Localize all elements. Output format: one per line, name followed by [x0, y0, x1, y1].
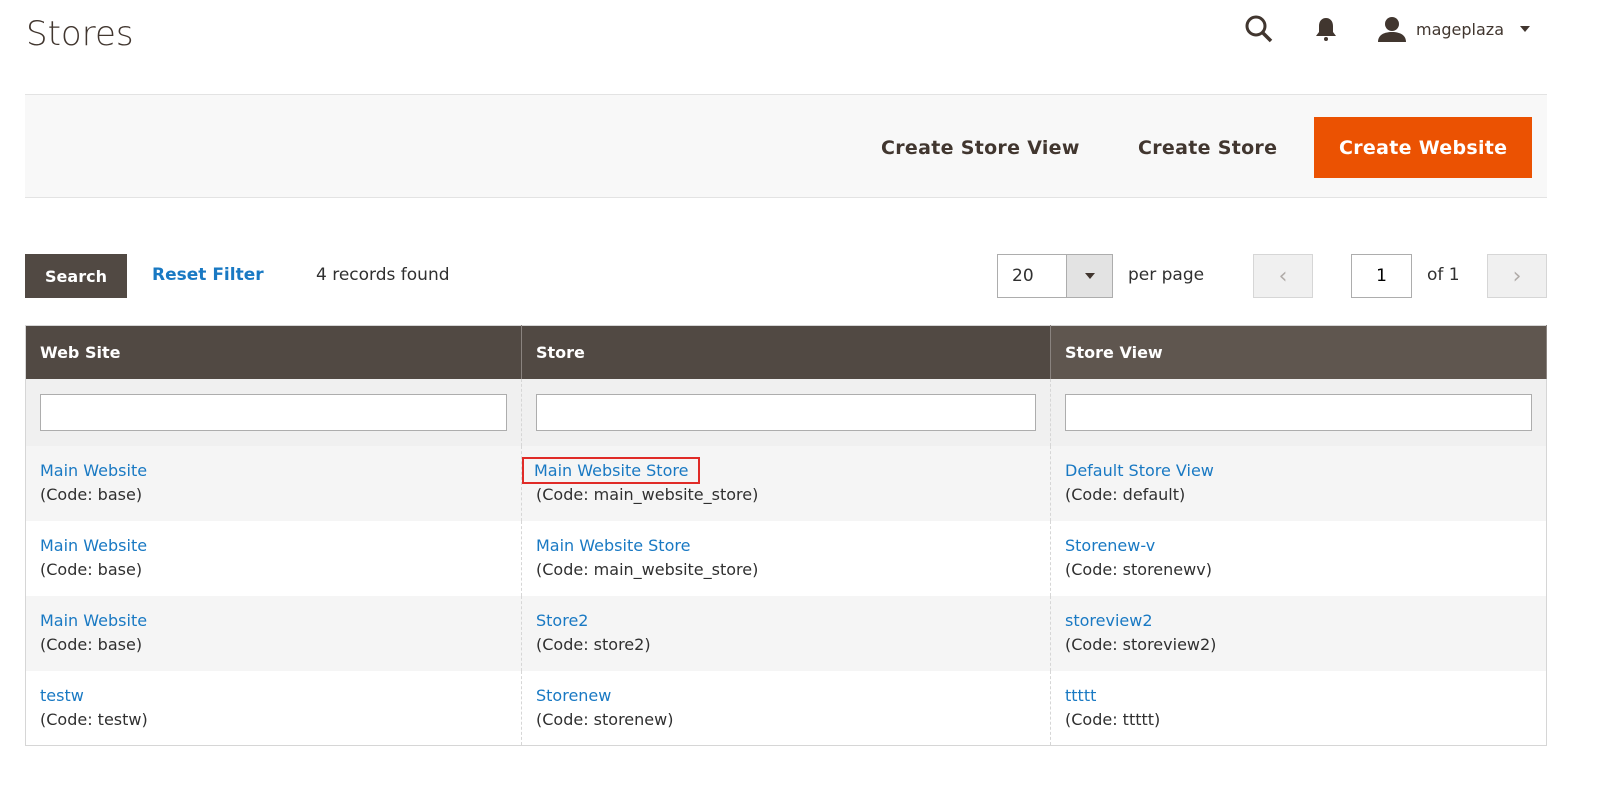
table-cell: Storenew (Code: storenew) — [521, 670, 1051, 746]
chevron-down-icon[interactable] — [1066, 255, 1112, 297]
user-icon — [1378, 16, 1406, 42]
table-cell: Main Website Store (Code: main_website_st… — [521, 520, 1051, 596]
previous-page-button[interactable]: ‹ — [1253, 254, 1313, 298]
page-actions: Create Store View Create Store Create We… — [25, 94, 1547, 198]
page-number-input[interactable] — [1351, 254, 1412, 298]
table-cell: Main Website (Code: base) — [25, 445, 522, 521]
website-link[interactable]: testw — [40, 686, 84, 705]
create-store-button[interactable]: Create Store — [1138, 117, 1277, 178]
store-view-filter-input[interactable] — [1065, 393, 1532, 431]
per-page-select[interactable]: 20 — [997, 254, 1113, 298]
search-icon[interactable] — [1244, 14, 1274, 44]
view-link[interactable]: Storenew-v — [1065, 536, 1155, 555]
chevron-down-icon — [1520, 26, 1530, 32]
bell-icon[interactable] — [1314, 16, 1338, 42]
view-link[interactable]: ttttt — [1065, 686, 1096, 705]
column-header-website[interactable]: Web Site — [25, 325, 522, 379]
store-code: (Code: storenew) — [536, 709, 674, 729]
website-code: (Code: testw) — [40, 709, 148, 729]
store-link[interactable]: Storenew — [536, 686, 611, 705]
table-cell: Store2 (Code: store2) — [521, 595, 1051, 671]
create-store-view-button[interactable]: Create Store View — [881, 117, 1080, 178]
table-cell: Main Website (Code: base) — [25, 520, 522, 596]
website-link[interactable]: Main Website — [40, 611, 147, 630]
table-row: Main Website (Code: base) Store2 (Code: sto… — [25, 595, 1547, 671]
website-filter-input[interactable] — [40, 393, 507, 431]
column-header-store[interactable]: Store — [521, 325, 1051, 379]
page-count: of 1 — [1427, 265, 1460, 285]
website-link[interactable]: Main Website — [40, 536, 147, 555]
table-row: Main Website (Code: base) Main Website Sto… — [25, 445, 1547, 521]
stores-grid: Web Site Store Store View Main Website (C… — [25, 325, 1547, 746]
records-found: 4 records found — [316, 265, 450, 285]
search-button[interactable]: Search — [25, 254, 127, 298]
header-actions: mageplaza — [1244, 14, 1530, 44]
table-cell: ttttt (Code: ttttt) — [1050, 670, 1547, 746]
website-code: (Code: base) — [40, 485, 143, 504]
view-code: (Code: storenewv) — [1065, 560, 1212, 579]
store-filter-input[interactable] — [536, 393, 1036, 431]
view-link[interactable]: storeview2 — [1065, 611, 1153, 630]
table-cell: storeview2 (Code: storeview2) — [1050, 595, 1547, 671]
store-link[interactable]: Main Website Store — [521, 457, 701, 484]
reset-filter-link[interactable]: Reset Filter — [152, 265, 264, 285]
per-page-value: 20 — [1012, 266, 1034, 286]
create-website-button[interactable]: Create Website — [1314, 117, 1533, 178]
table-row: testw (Code: testw) Storenew (Code: storene… — [25, 670, 1547, 746]
store-link[interactable]: Store2 — [536, 611, 588, 630]
website-link[interactable]: Main Website — [40, 461, 147, 480]
per-page-label: per page — [1128, 265, 1205, 285]
table-cell: Storenew-v (Code: storenewv) — [1050, 520, 1547, 596]
username: mageplaza — [1416, 19, 1504, 39]
website-code: (Code: base) — [40, 560, 143, 579]
page-title: Stores — [26, 14, 134, 54]
table-cell: Default Store View (Code: default) — [1050, 445, 1547, 521]
column-header-store-view[interactable]: Store View — [1050, 325, 1547, 379]
view-code: (Code: default) — [1065, 485, 1186, 504]
table-cell: Main Website (Code: base) — [25, 595, 522, 671]
store-link[interactable]: Main Website Store — [536, 536, 690, 555]
store-code: (Code: store2) — [536, 635, 651, 654]
next-page-button[interactable]: › — [1487, 254, 1547, 298]
view-code: (Code: ttttt) — [1065, 709, 1161, 729]
view-code: (Code: storeview2) — [1065, 635, 1217, 654]
table-cell: testw (Code: testw) — [25, 670, 522, 746]
table-cell: Main Website Store (Code: main_website_st… — [521, 445, 1051, 521]
store-code: (Code: main_website_store) — [536, 485, 759, 504]
store-code: (Code: main_website_store) — [536, 560, 759, 579]
website-code: (Code: base) — [40, 635, 143, 654]
table-row: Main Website (Code: base) Main Website Sto… — [25, 520, 1547, 596]
user-menu[interactable]: mageplaza — [1378, 16, 1530, 42]
view-link[interactable]: Default Store View — [1065, 461, 1214, 480]
